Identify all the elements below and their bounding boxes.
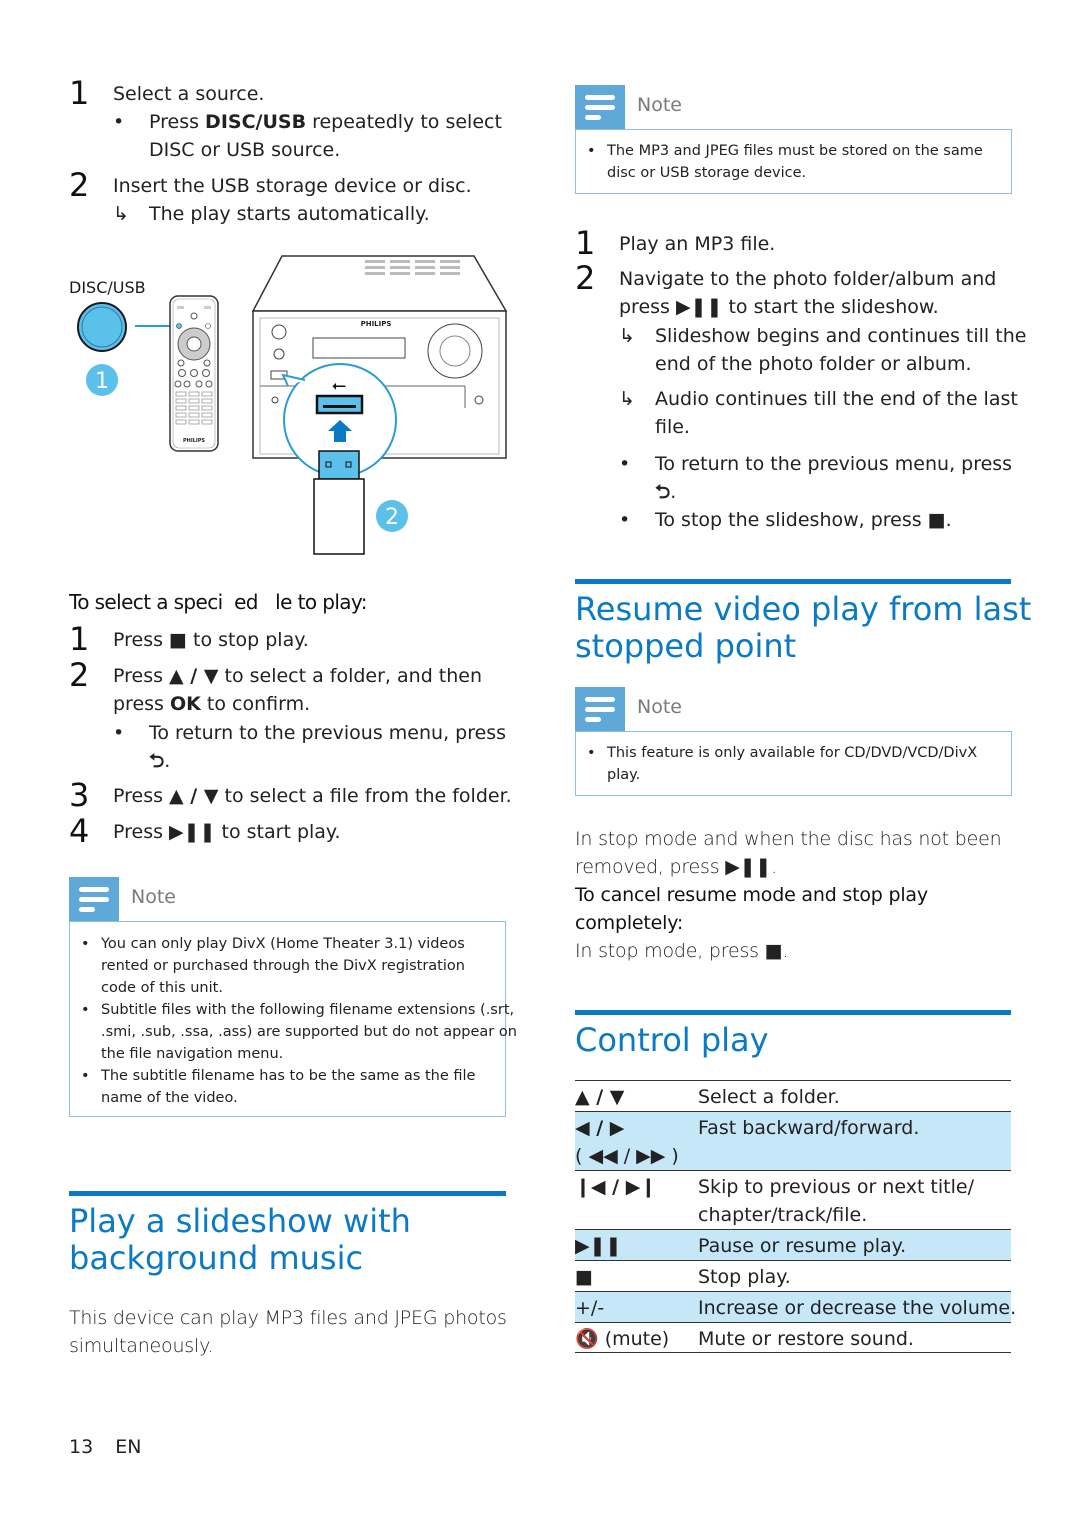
sub-bullet: • Press DISC/USB repeatedly to select DIS… (113, 108, 513, 164)
note-header: Note (575, 85, 1011, 129)
note-box: • This feature is only available for CD/D… (575, 731, 1012, 796)
note-icon (575, 85, 625, 129)
callout-1-icon: 1 (86, 364, 118, 396)
note-box: • The MP3 and JPEG files must be stored o… (575, 129, 1012, 194)
play-pause-icon: ▶❚❚ (725, 856, 772, 878)
result-line: ↳ Slideshow begins and continues till th… (619, 322, 1026, 378)
disc-usb-keyword: DISC/USB (205, 111, 307, 133)
ok-keyword: OK (169, 693, 201, 715)
result-arrow-icon: ↳ (619, 388, 635, 410)
disc-usb-button-icon (77, 302, 177, 352)
result-arrow-icon: ↳ (619, 325, 635, 347)
stop-icon: ■ (169, 629, 187, 651)
callout-2-icon: 2 (376, 500, 408, 532)
table-row: ▶❚❚ Pause or resume play. (575, 1229, 1011, 1260)
play-pause-icon: ▶❚❚ (675, 296, 723, 318)
table-row: +/- Increase or decrease the volume. (575, 1291, 1016, 1322)
usb-insert-illustration: 1 PHILIPS PHILIPS ⭠ 2 (77, 255, 508, 555)
step-number: 3 (69, 776, 90, 814)
back-icon: ⮌ (655, 481, 671, 503)
note-label: Note (131, 886, 176, 908)
slideshow-step-2: 2 Navigate to the photo folder/album and… (575, 259, 997, 318)
note-box: • You can only play DivX (Home Theater 3.… (69, 921, 517, 1117)
resume-section-title: Resume video play from last stopped point (575, 590, 1032, 665)
up-down-icon: ▲ / ▼ (575, 1086, 625, 1108)
table-row: ◀ / ▶( ◀◀ / ▶▶ ) Fast backward/forward. (575, 1111, 1011, 1170)
up-down-icon: ▲ / ▼ (169, 785, 219, 807)
step-1: 1 Select a source. (69, 76, 509, 110)
left-right-icon: ◀ / ▶( ◀◀ / ▶▶ ) (575, 1117, 679, 1167)
step-number: 2 (69, 166, 90, 204)
note-label: Note (637, 696, 682, 718)
section-rule (575, 1010, 1011, 1015)
svg-text:2: 2 (385, 505, 399, 530)
svg-text:PHILIPS: PHILIPS (183, 438, 205, 444)
section-rule (575, 579, 1011, 584)
note-icon (575, 687, 625, 731)
stop-icon: ■ (575, 1266, 593, 1288)
table-row: ▲ / ▼ Select a folder. (575, 1080, 1011, 1111)
select-file-heading: To select a speci ed le to play: (69, 590, 367, 614)
remote-control-icon: PHILIPS (169, 295, 219, 452)
play-pause-icon: ▶❚❚ (575, 1235, 622, 1257)
step-number: 4 (69, 812, 90, 850)
resume-paragraph: In stop mode and when the disc has not b… (575, 828, 1002, 962)
table-row: ❙◀ / ▶❙ Skip to previous or next title/c… (575, 1170, 1011, 1229)
page-footer: 13 EN (69, 1436, 141, 1458)
select-step-4: 4 Press ▶❚❚ to start play. (69, 812, 341, 850)
stop-icon: ■ (764, 940, 783, 962)
bullet-mark: • (113, 111, 125, 133)
table-row: ■ Stop play. (575, 1260, 1011, 1291)
note-header: Note (69, 877, 505, 921)
note-icon (69, 877, 119, 921)
select-step-1: 1 Press ■ to stop play. (69, 620, 309, 658)
control-table: ▲ / ▼ Select a folder. ◀ / ▶( ◀◀ / ▶▶ ) … (575, 1080, 1016, 1353)
step-number: 1 (575, 224, 596, 262)
slideshow-bullet: • To return to the previous menu, press ⮌… (619, 453, 1013, 503)
note-header: Note (575, 687, 1011, 731)
slideshow-bullet: • To stop the slideshow, press ■. (619, 509, 952, 531)
svg-text:⭠: ⭠ (332, 375, 346, 396)
language-code: EN (115, 1436, 142, 1458)
skip-prev-next-icon: ❙◀ / ▶❙ (575, 1176, 657, 1198)
step-text: Select a source. (113, 83, 265, 105)
control-section-title: Control play (575, 1021, 769, 1059)
result-arrow-icon: ↳ (113, 203, 129, 225)
stop-icon: ■ (927, 509, 946, 531)
select-step-3: 3 Press ▲ / ▼ to select a file from the … (69, 776, 512, 814)
result-line: ↳ The play starts automatically. (113, 200, 513, 228)
mute-icon: 🔇 (mute) (575, 1328, 670, 1350)
table-row: 🔇 (mute) Mute or restore sound. (575, 1322, 1011, 1353)
volume-key: +/- (575, 1297, 605, 1319)
result-line: ↳ Audio continues till the end of the la… (619, 385, 1019, 441)
section-rule (69, 1191, 506, 1196)
step-number: 2 (69, 656, 90, 694)
svg-text:PHILIPS: PHILIPS (361, 320, 392, 328)
step-number: 2 (575, 259, 596, 297)
page-number: 13 (69, 1436, 94, 1458)
up-down-icon: ▲ / ▼ (169, 665, 219, 687)
note-label: Note (637, 94, 682, 116)
back-icon: ⮌ (149, 750, 165, 772)
cancel-resume-heading: To cancel resume mode and stop play compl… (575, 884, 928, 934)
slideshow-step-1: 1 Play an MP3 file. (575, 224, 776, 262)
step-number: 1 (69, 74, 90, 112)
slideshow-section-title: Play a slideshow with background music (69, 1202, 411, 1277)
step-number: 1 (69, 620, 90, 658)
slideshow-intro: This device can play MP3 files and JPEG … (69, 1307, 507, 1357)
step-2: 2 Insert the USB storage device or disc. (69, 168, 509, 202)
select-step-2: 2 Press ▲ / ▼ to select a folder, and th… (69, 656, 483, 715)
step-text: Insert the USB storage device or disc. (113, 175, 472, 197)
usb-stick-icon (313, 450, 365, 555)
svg-text:1: 1 (95, 369, 109, 394)
select-sub-bullet: • To return to the previous menu, press ⮌… (113, 722, 507, 772)
play-pause-icon: ▶❚❚ (169, 821, 216, 843)
